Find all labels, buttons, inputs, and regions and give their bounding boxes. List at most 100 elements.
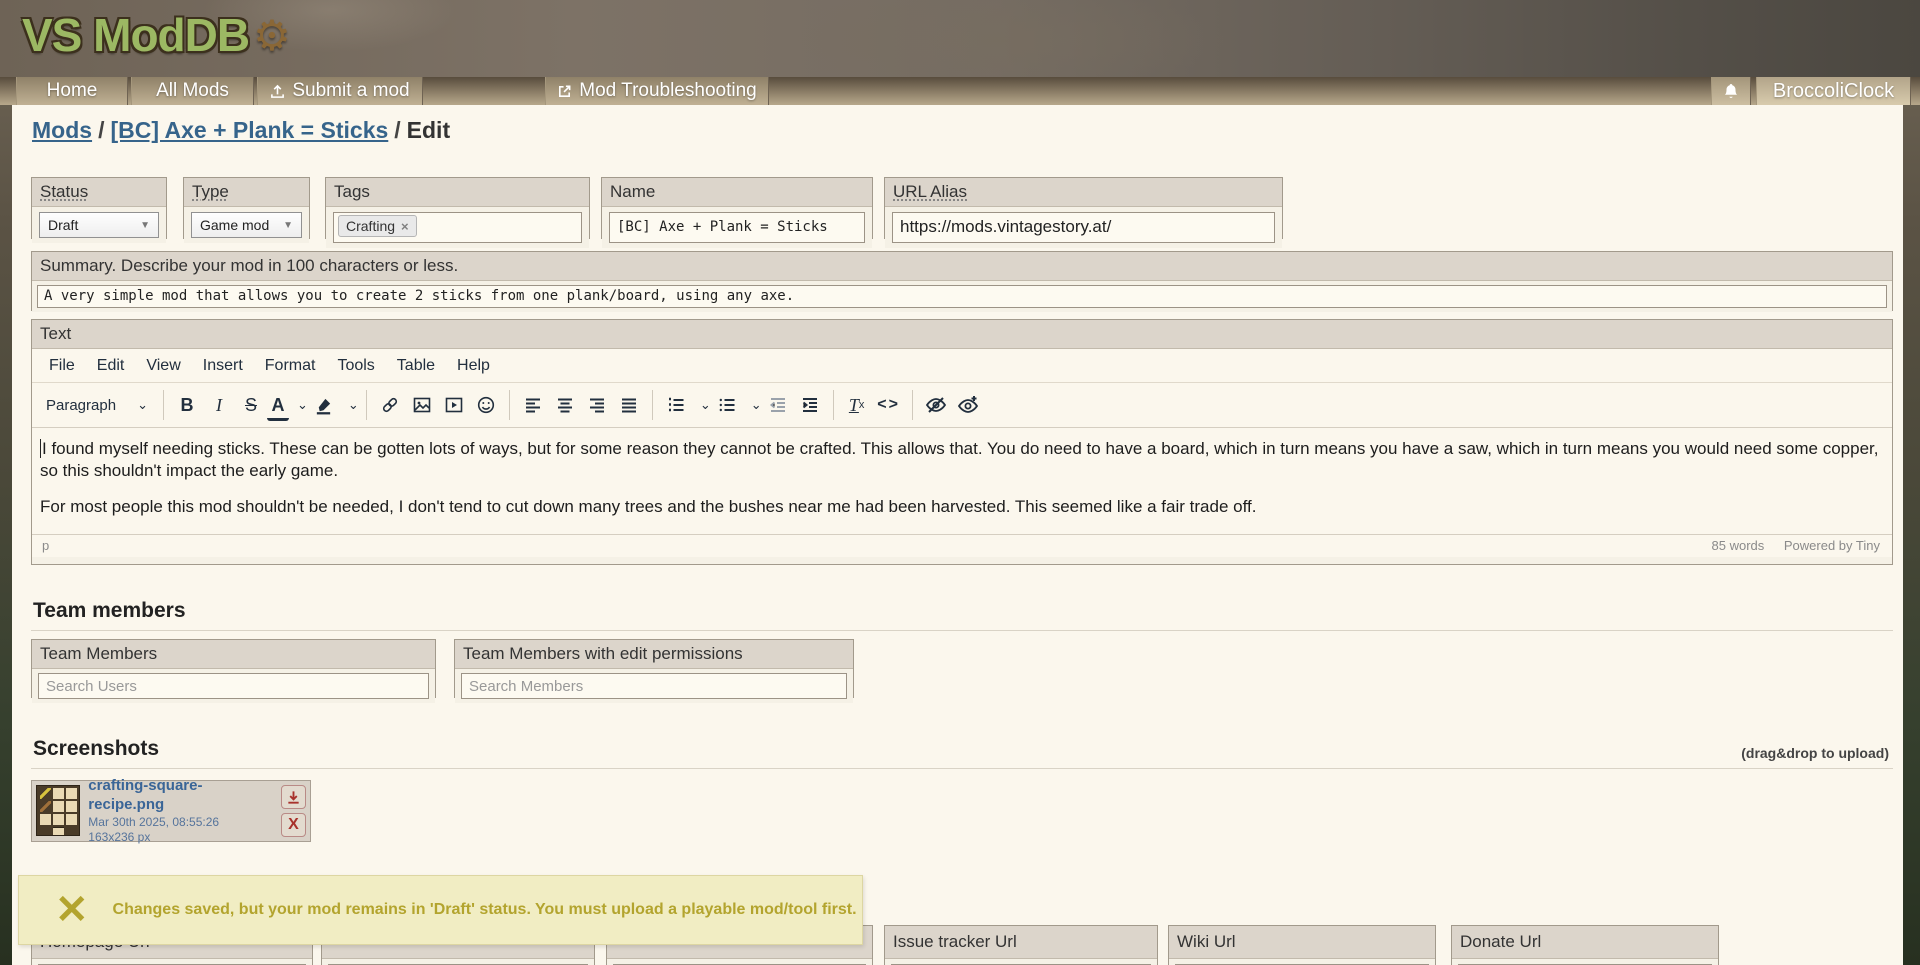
- strikethrough-button[interactable]: S: [235, 388, 267, 422]
- summary-fieldset: Summary. Describe your mod in 100 charac…: [31, 251, 1893, 311]
- breadcrumb: Mods/[BC] Axe + Plank = Sticks/Edit: [32, 117, 450, 144]
- menu-insert[interactable]: Insert: [194, 355, 252, 377]
- unordered-list-button[interactable]: [711, 388, 743, 422]
- element-path[interactable]: p: [42, 538, 49, 553]
- wiki-url-fieldset: Wiki Url: [1168, 925, 1436, 965]
- breadcrumb-separator: /: [388, 117, 406, 143]
- warning-x-icon: ✕: [55, 887, 89, 933]
- summary-input[interactable]: A very simple mod that allows you to cre…: [37, 285, 1887, 308]
- team-members-heading: Team members: [33, 599, 186, 623]
- user-menu[interactable]: BroccoliClock: [1756, 77, 1911, 105]
- toolbar-divider: [833, 390, 834, 420]
- chevron-down-icon[interactable]: ⌄: [700, 397, 711, 413]
- ordered-list-button[interactable]: [660, 388, 692, 422]
- team-members-fieldset: Team Members Search Users: [31, 639, 436, 698]
- bold-button[interactable]: B: [171, 388, 203, 422]
- paragraph-text: I found myself needing sticks. These can…: [40, 439, 1878, 480]
- editor-content[interactable]: I found myself needing sticks. These can…: [32, 428, 1892, 534]
- dropdown-arrow-icon: ▼: [140, 220, 150, 231]
- italic-button[interactable]: I: [203, 388, 235, 422]
- screenshot-filename-link[interactable]: crafting-square-recipe.png: [88, 777, 271, 815]
- menu-edit[interactable]: Edit: [88, 355, 134, 377]
- nav-submit-mod[interactable]: Submit a mod: [257, 77, 423, 105]
- type-select[interactable]: Game mod ▼: [191, 212, 302, 238]
- word-count[interactable]: 85 words: [1712, 538, 1765, 553]
- breadcrumb-mods-link[interactable]: Mods: [32, 117, 92, 143]
- issue-tracker-url-fieldset: Issue tracker Url: [884, 925, 1158, 965]
- menu-help[interactable]: Help: [448, 355, 499, 377]
- url-alias-input[interactable]: https://mods.vintagestory.at/: [892, 212, 1275, 243]
- paragraph-select[interactable]: Paragraph ⌄: [38, 388, 156, 422]
- status-fieldset: Status Draft ▼: [31, 177, 167, 239]
- align-left-button[interactable]: [517, 388, 549, 422]
- editor-toolbar: Paragraph ⌄ B I S A ⌄ ⌄: [32, 382, 1892, 428]
- image-button[interactable]: [406, 388, 438, 422]
- outdent-button[interactable]: [762, 388, 794, 422]
- status-toast[interactable]: ✕ Changes saved, but your mod remains in…: [18, 875, 863, 945]
- tag-chip-label: Crafting: [346, 218, 395, 234]
- external-link-icon: [557, 84, 572, 99]
- toolbar-divider: [366, 390, 367, 420]
- site-logo[interactable]: VS ModDB ⚙: [22, 8, 291, 62]
- team-members-search-input[interactable]: Search Users: [38, 673, 429, 699]
- nav-home[interactable]: Home: [16, 77, 128, 105]
- donate-url-fieldset: Donate Url: [1451, 925, 1719, 965]
- toolbar-divider: [912, 390, 913, 420]
- status-select[interactable]: Draft ▼: [39, 212, 159, 238]
- emoji-button[interactable]: [470, 388, 502, 422]
- nav-all-mods[interactable]: All Mods: [131, 77, 254, 105]
- toolbar-divider: [163, 390, 164, 420]
- spoiler-reveal-button[interactable]: [952, 388, 984, 422]
- donate-url-label: Donate Url: [1452, 926, 1718, 959]
- menu-file[interactable]: File: [40, 355, 84, 377]
- notifications-button[interactable]: [1711, 77, 1751, 105]
- type-label: Type: [184, 178, 309, 207]
- dragdrop-hint: (drag&drop to upload): [1741, 745, 1889, 761]
- nav-mod-troubleshooting[interactable]: Mod Troubleshooting: [545, 77, 769, 105]
- editor-paragraph: I found myself needing sticks. These can…: [40, 438, 1884, 483]
- status-label: Status: [32, 178, 166, 207]
- code-view-button[interactable]: <>: [873, 388, 905, 422]
- media-button[interactable]: [438, 388, 470, 422]
- breadcrumb-mod-link[interactable]: [BC] Axe + Plank = Sticks: [110, 117, 388, 143]
- gear-icon: ⚙: [253, 11, 291, 60]
- tags-input[interactable]: Crafting ×: [333, 212, 582, 243]
- site-logo-text: VS ModDB: [22, 8, 249, 62]
- align-right-button[interactable]: [581, 388, 613, 422]
- align-justify-button[interactable]: [613, 388, 645, 422]
- team-members-edit-search-input[interactable]: Search Members: [461, 673, 847, 699]
- chevron-down-icon[interactable]: ⌄: [348, 397, 359, 413]
- text-color-button[interactable]: A: [267, 393, 289, 421]
- search-members-placeholder: Search Members: [469, 678, 583, 695]
- align-center-button[interactable]: [549, 388, 581, 422]
- link-button[interactable]: [374, 388, 406, 422]
- menu-table[interactable]: Table: [388, 355, 444, 377]
- highlight-button[interactable]: [308, 388, 340, 422]
- search-users-placeholder: Search Users: [46, 678, 137, 695]
- screenshot-thumbnail[interactable]: [36, 785, 80, 836]
- type-value: Game mod: [200, 217, 269, 233]
- powered-by-tiny[interactable]: Powered by Tiny: [1784, 538, 1880, 553]
- chevron-down-icon[interactable]: ⌄: [297, 397, 308, 413]
- spoiler-hide-button[interactable]: [920, 388, 952, 422]
- clear-formatting-button[interactable]: Tx: [841, 388, 873, 422]
- nav-home-label: Home: [47, 80, 98, 102]
- thumb-output-cell: [53, 827, 64, 835]
- upload-icon: [270, 84, 285, 99]
- remove-tag-icon[interactable]: ×: [401, 219, 409, 234]
- breadcrumb-current: Edit: [407, 117, 450, 143]
- menu-format[interactable]: Format: [256, 355, 325, 377]
- delete-screenshot-button[interactable]: X: [281, 813, 306, 837]
- chevron-down-icon[interactable]: ⌄: [751, 397, 762, 413]
- screenshot-card: crafting-square-recipe.png Mar 30th 2025…: [31, 780, 311, 842]
- download-screenshot-button[interactable]: [281, 785, 306, 809]
- indent-button[interactable]: [794, 388, 826, 422]
- editor-menubar: File Edit View Insert Format Tools Table…: [32, 349, 1892, 382]
- screenshot-date: Mar 30th 2025, 08:55:26: [88, 815, 271, 830]
- menu-tools[interactable]: Tools: [328, 355, 383, 377]
- name-input[interactable]: [BC] Axe + Plank = Sticks: [609, 212, 865, 243]
- menu-view[interactable]: View: [137, 355, 189, 377]
- main-navbar: Home All Mods Submit a mod Mod Troublesh…: [0, 77, 1920, 105]
- tag-chip: Crafting ×: [338, 215, 417, 237]
- thumb-cell: [40, 788, 51, 799]
